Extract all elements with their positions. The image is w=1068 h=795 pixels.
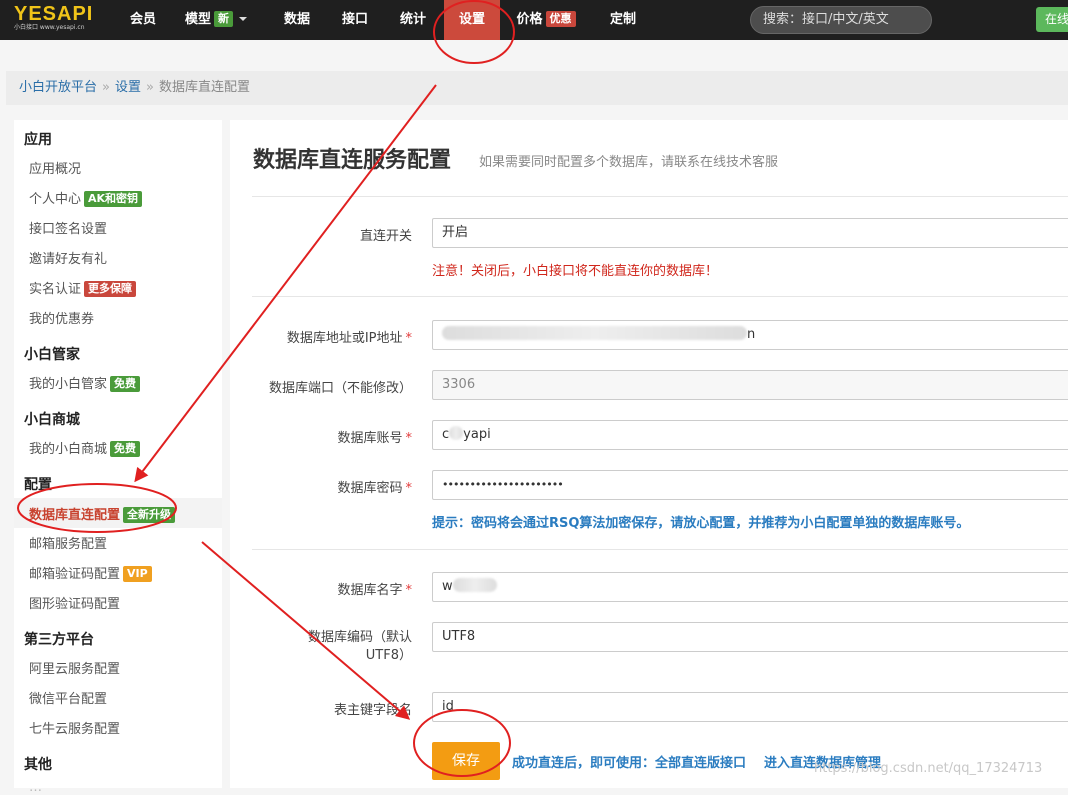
encoding-label: 数据库编码（默认 UTF8） <box>307 630 412 663</box>
yesapi-logo[interactable]: YESAPI 小白接口 www.yesapi.cn <box>14 4 106 36</box>
free-badge: 免费 <box>110 441 141 457</box>
nav-model[interactable]: 模型新 <box>176 0 256 40</box>
breadcrumb-settings[interactable]: 设置 <box>115 80 141 95</box>
discount-badge: 优惠 <box>545 11 576 27</box>
direct-switch-select[interactable]: 开启 <box>432 218 1068 248</box>
online-service-button[interactable]: 在线 <box>1036 7 1068 32</box>
sidebar-group-third-party: 第三方平台 <box>24 632 94 648</box>
sidebar-item-qiniu[interactable]: 七牛云服务配置 <box>29 718 120 737</box>
vip-badge: VIP <box>123 566 152 582</box>
sidebar-item-db-direct[interactable]: 数据库直连配置 全新升级 <box>29 504 176 523</box>
breadcrumb-home[interactable]: 小白开放平台 <box>19 80 97 95</box>
free-badge: 免费 <box>110 376 141 392</box>
masked-value <box>452 578 497 592</box>
nav-member[interactable]: 会员 <box>116 0 170 40</box>
sidebar-item-aliyun[interactable]: 阿里云服务配置 <box>29 658 120 677</box>
sidebar-group-app: 应用 <box>24 132 52 148</box>
more-protection-badge: 更多保障 <box>84 281 137 297</box>
db-host-input[interactable]: n <box>432 320 1068 350</box>
main-panel: 数据库直连服务配置 如果需要同时配置多个数据库，请联系在线技术客服 直连开关 开… <box>230 120 1068 788</box>
password-label: 数据库密码 * <box>337 481 413 496</box>
required-mark: * <box>405 583 413 598</box>
sidebar-group-mall: 小白商城 <box>24 412 80 428</box>
logo-text: YESAPI <box>14 3 94 25</box>
sidebar-group-other: 其他 <box>24 757 52 773</box>
sidebar-item-mail-code[interactable]: 邮箱验证码配置 VIP <box>29 563 152 582</box>
save-button[interactable]: 保存 <box>432 742 500 780</box>
divider <box>252 296 1068 297</box>
nav-api[interactable]: 接口 <box>328 0 382 40</box>
switch-label: 直连开关 <box>359 229 412 244</box>
sidebar-item-real-name[interactable]: 实名认证 更多保障 <box>29 278 137 297</box>
ak-badge: AK和密钥 <box>84 191 143 207</box>
sidebar-item-api-signature[interactable]: 接口签名设置 <box>29 218 107 237</box>
db-name-input[interactable]: w <box>432 572 1068 602</box>
page-subtitle: 如果需要同时配置多个数据库，请联系在线技术客服 <box>479 155 779 170</box>
upgrade-badge: 全新升级 <box>123 507 176 523</box>
nav-settings[interactable]: 设置 <box>444 0 500 40</box>
chevron-down-icon <box>239 17 247 21</box>
sidebar-item-invite-friends[interactable]: 邀请好友有礼 <box>29 248 107 267</box>
masked-value <box>449 426 464 440</box>
sidebar-group-config: 配置 <box>24 477 52 493</box>
search-input[interactable]: 搜索：接口/中文/英文 <box>750 6 932 34</box>
breadcrumb-separator: » <box>146 80 154 95</box>
breadcrumb-separator: » <box>102 80 110 95</box>
sidebar-item-mail-service[interactable]: 邮箱服务配置 <box>29 533 107 552</box>
divider <box>252 549 1068 550</box>
sidebar-item-my-mall[interactable]: 我的小白商城 免费 <box>29 438 141 457</box>
sidebar-group-butler: 小白管家 <box>24 347 80 363</box>
page-title: 数据库直连服务配置 <box>253 148 452 173</box>
db-account-input[interactable]: c yapi <box>432 420 1068 450</box>
top-navbar: YESAPI 小白接口 www.yesapi.cn 会员 模型新 数据 接口 统… <box>0 0 1068 40</box>
breadcrumb: 小白开放平台 » 设置 » 数据库直连配置 <box>6 71 1068 105</box>
sidebar-item-personal-center[interactable]: 个人中心 AK和密钥 <box>29 188 143 207</box>
sidebar-item-app-overview[interactable]: 应用概况 <box>29 158 81 177</box>
host-label: 数据库地址或IP地址 * <box>286 331 413 346</box>
dbname-label: 数据库名字 * <box>337 583 413 598</box>
logo-subtext: 小白接口 www.yesapi.cn <box>14 24 85 31</box>
sidebar-item-captcha[interactable]: 图形验证码配置 <box>29 593 120 612</box>
password-tip: 提示：密码将会通过RSQ算法加密保存，请放心配置，并推荐为小白配置单独的数据库账… <box>432 516 970 531</box>
required-mark: * <box>405 481 413 496</box>
new-badge: 新 <box>214 11 233 27</box>
watermark: https://blog.csdn.net/qq_17324713 <box>814 761 1043 776</box>
port-label: 数据库端口（不能修改） <box>268 381 412 396</box>
db-port-input[interactable]: 3306 <box>432 370 1068 400</box>
breadcrumb-current: 数据库直连配置 <box>158 80 250 95</box>
account-label: 数据库账号 * <box>337 431 413 446</box>
nav-price[interactable]: 价格 优惠 <box>508 0 584 40</box>
sidebar-item-coupons[interactable]: 我的优惠券 <box>29 308 94 327</box>
switch-warning: 注意！关闭后，小白接口将不能直连你的数据库！ <box>432 264 719 279</box>
nav-data[interactable]: 数据 <box>270 0 324 40</box>
required-mark: * <box>405 431 413 446</box>
nav-custom[interactable]: 定制 <box>596 0 650 40</box>
sidebar-item-wechat[interactable]: 微信平台配置 <box>29 688 107 707</box>
db-encoding-input[interactable]: UTF8 <box>432 622 1068 652</box>
pk-field-input[interactable]: id <box>432 692 1068 722</box>
required-mark: * <box>405 331 413 346</box>
sidebar-item-my-butler[interactable]: 我的小白管家 免费 <box>29 373 141 392</box>
nav-stats[interactable]: 统计 <box>386 0 440 40</box>
db-password-input[interactable]: •••••••••••••••••••••• <box>432 470 1068 500</box>
sidebar: 应用 应用概况 个人中心 AK和密钥 接口签名设置 邀请好友有礼 实名认证 更多保障… <box>14 120 222 795</box>
divider <box>252 196 1068 197</box>
direct-api-link[interactable]: 全部直连版接口 <box>655 756 746 771</box>
pk-label: 表主键字段名 <box>333 703 412 718</box>
masked-value <box>442 326 747 340</box>
